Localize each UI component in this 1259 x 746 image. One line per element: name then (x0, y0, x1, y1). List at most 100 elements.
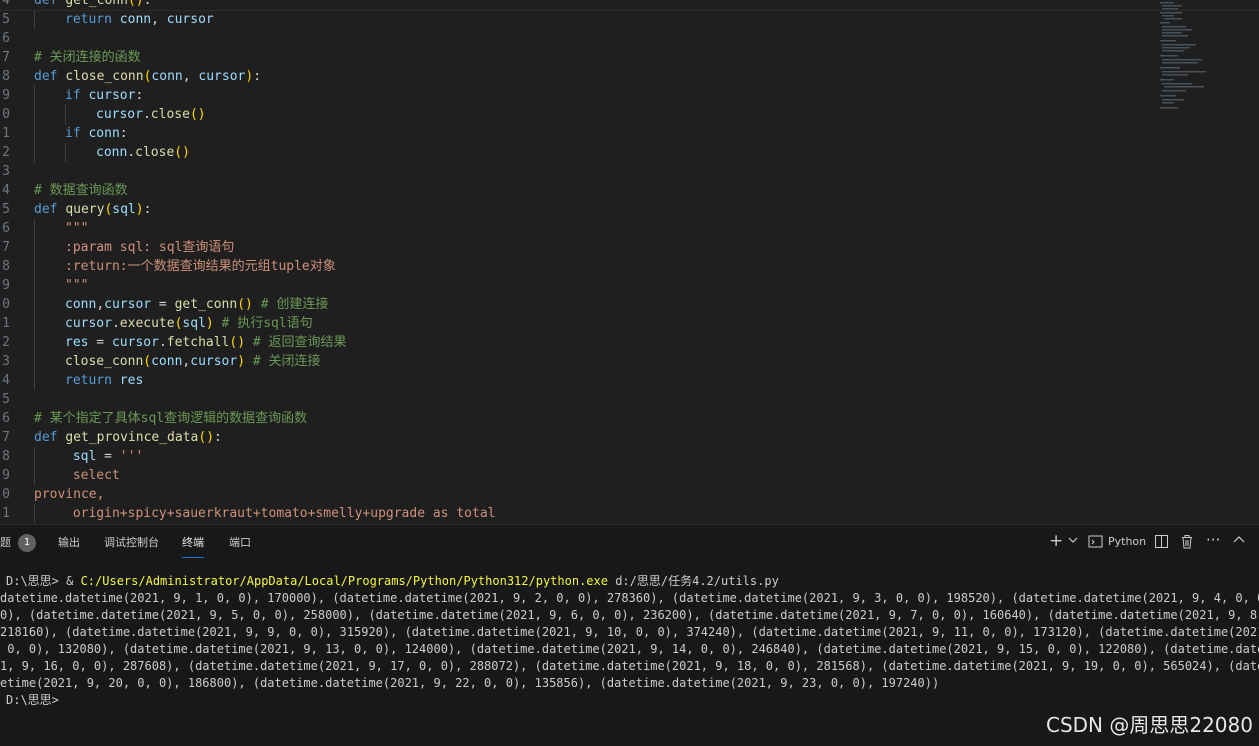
bottom-panel: 题 1 输出 调试控制台 终端 端口 + Python ··· D:\思思> &… (0, 524, 1259, 746)
indent-guide (34, 124, 35, 143)
line-number: 1 (2, 126, 10, 141)
code-text: # 关闭连接的函数 (34, 48, 141, 67)
line-number: 2 (2, 335, 10, 350)
code-line[interactable]: 2 conn.close() (0, 143, 1150, 162)
indent-guide (34, 295, 35, 314)
tab-debug-console[interactable]: 调试控制台 (104, 534, 159, 550)
code-line[interactable]: 3 close_conn(conn,cursor) # 关闭连接 (0, 352, 1150, 371)
trash-icon[interactable] (1180, 534, 1194, 552)
maximize-panel-chevron-up-icon[interactable] (1233, 534, 1245, 549)
code-line[interactable]: 9 if cursor: (0, 86, 1150, 105)
line-number: 0 (2, 487, 10, 502)
editor-top-shadow (0, 10, 1259, 11)
code-line[interactable]: 1 cursor.execute(sql) # 执行sql语句 (0, 314, 1150, 333)
chevron-down-icon[interactable] (1068, 533, 1078, 550)
code-line[interactable]: 7 def get_province_data(): (0, 428, 1150, 447)
line-number: 9 (2, 468, 10, 483)
more-actions-icon[interactable]: ··· (1206, 531, 1220, 549)
code-token: if (65, 88, 89, 103)
new-terminal-plus-icon[interactable]: + (1049, 531, 1063, 551)
code-token: def (34, 430, 66, 445)
code-line[interactable]: 5 def query(sql): (0, 200, 1150, 219)
indent-guide (34, 143, 35, 162)
code-line[interactable]: 1 origin+spicy+sauerkraut+tomato+smelly+… (0, 504, 1150, 523)
code-line[interactable]: 9 select (0, 466, 1150, 485)
line-number: 3 (2, 164, 10, 179)
line-number: 3 (2, 354, 10, 369)
code-line[interactable]: 0 cursor.close() (0, 105, 1150, 124)
code-line[interactable]: 7 # 关闭连接的函数 (0, 48, 1150, 67)
code-line[interactable]: 8 sql = ''' (0, 447, 1150, 466)
code-text: def get_conn(): (34, 0, 151, 10)
code-line[interactable]: 1 if conn: (0, 124, 1150, 143)
terminal-output-line: datetime.datetime(2021, 9, 1, 0, 0), 170… (0, 591, 1259, 605)
line-number: 6 (2, 31, 10, 46)
code-line[interactable]: 6 """ (0, 219, 1150, 238)
code-token: :param sql: sql查询语句 (65, 240, 235, 255)
code-token: conn (151, 69, 183, 84)
terminal-final-prompt[interactable]: D:\思思> (6, 692, 1259, 709)
terminal-profile-name[interactable]: Python (1108, 535, 1146, 548)
code-token: get_province_data (65, 430, 199, 445)
code-text: """ (65, 276, 88, 295)
tab-output[interactable]: 输出 (58, 534, 80, 550)
line-number: 1 (2, 506, 10, 521)
code-line[interactable]: 2 res = cursor.fetchall() # 返回查询结果 (0, 333, 1150, 352)
terminal-prompt: D:\思思> (6, 574, 67, 588)
python-exe-path: C:/Users/Administrator/AppData/Local/Pro… (80, 574, 608, 588)
code-editor[interactable]: 4 def get_conn(): 5 return conn, cursor 6 7 # … (0, 0, 1259, 524)
code-token: origin+spicy+sauerkraut+tomato+smelly+up… (65, 506, 496, 521)
code-line[interactable]: 3 (0, 162, 1150, 181)
code-token: res (119, 373, 144, 388)
code-token: : (135, 88, 144, 103)
code-line[interactable]: 9 """ (0, 276, 1150, 295)
indent-guide (34, 276, 35, 295)
code-text: :return:一个数据查询结果的元组tuple对象 (65, 257, 336, 276)
code-token: get_conn (65, 0, 128, 8)
terminal-output-line: 0, 0), 132080), (datetime.datetime(2021,… (0, 642, 1259, 656)
code-token: () (237, 297, 253, 312)
tab-ports[interactable]: 端口 (229, 534, 251, 550)
code-token: conn (96, 145, 128, 160)
code-text: def close_conn(conn, cursor): (34, 67, 261, 86)
tab-problems[interactable]: 题 (0, 534, 11, 550)
code-line[interactable]: 0 conn,cursor = get_conn() # 创建连接 (0, 295, 1150, 314)
indent-guide (34, 371, 35, 390)
code-token: res (65, 335, 89, 350)
code-token: = (96, 449, 120, 464)
indent-guide (34, 257, 35, 276)
code-line[interactable]: 6 # 某个指定了具体sql查询逻辑的数据查询函数 (0, 409, 1150, 428)
code-line[interactable]: 5 return conn, cursor (0, 10, 1150, 29)
code-token: # 关闭连接的函数 (34, 50, 141, 65)
code-line[interactable]: 7 :param sql: sql查询语句 (0, 238, 1150, 257)
code-line[interactable]: 0 province, (0, 485, 1150, 504)
minimap[interactable] (1158, 0, 1208, 120)
line-number: 5 (2, 202, 10, 217)
code-token: cursor (166, 12, 214, 27)
line-number: 7 (2, 240, 10, 255)
code-line[interactable]: 4 def get_conn(): (0, 0, 1150, 10)
code-token: close_conn (65, 69, 144, 84)
tab-terminal[interactable]: 终端 (182, 534, 204, 558)
code-text: sql = ''' (65, 447, 143, 466)
line-number: 2 (2, 145, 10, 160)
command-ampersand: & (66, 574, 81, 588)
code-line[interactable]: 8 def close_conn(conn, cursor): (0, 67, 1150, 86)
line-number: 0 (2, 107, 10, 122)
code-token: query (65, 202, 105, 217)
line-number: 7 (2, 50, 10, 65)
code-line[interactable]: 6 (0, 29, 1150, 48)
code-token: . (127, 145, 136, 160)
split-terminal-icon[interactable] (1154, 534, 1169, 552)
code-line[interactable]: 4 return res (0, 371, 1150, 390)
code-text: conn,cursor = get_conn() # 创建连接 (65, 295, 328, 314)
code-line[interactable]: 4 # 数据查询函数 (0, 181, 1150, 200)
code-token: conn (119, 12, 152, 27)
code-line[interactable]: 5 (0, 390, 1150, 409)
indent-guide (34, 466, 35, 485)
code-line[interactable]: 8:return:一个数据查询结果的元组tuple对象 (0, 257, 1150, 276)
line-number: 0 (2, 297, 10, 312)
code-token: # 创建连接 (252, 297, 329, 312)
code-token: fetchall (166, 335, 230, 350)
code-token: # 关闭连接 (245, 354, 321, 369)
